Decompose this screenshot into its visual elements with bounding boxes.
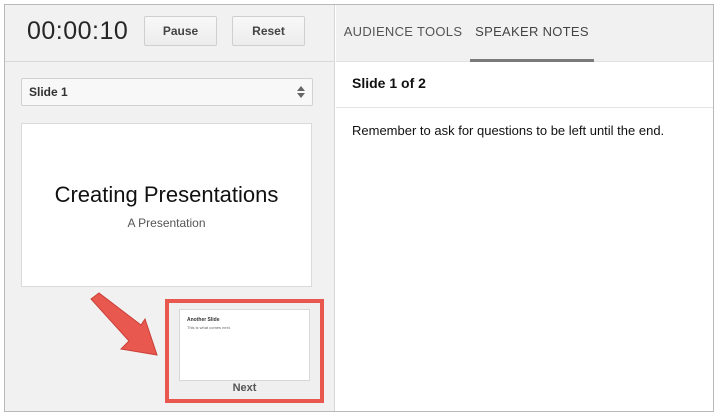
presenter-view: 00:00:10 Pause Reset Slide 1 Creating Pr… [4, 4, 714, 412]
next-slide-thumbnail: Another Slide This is what comes next. [179, 309, 310, 381]
tab-bar: AUDIENCE TOOLS SPEAKER NOTES [336, 5, 713, 62]
tab-speaker-notes[interactable]: SPEAKER NOTES [470, 5, 594, 62]
presenter-left-pane: 00:00:10 Pause Reset Slide 1 Creating Pr… [5, 5, 335, 411]
slide-select-value: Slide 1 [29, 85, 68, 99]
next-slide-thumbnail-body: This is what comes next. [187, 325, 231, 330]
slide-select-dropdown[interactable]: Slide 1 [21, 78, 313, 106]
tab-speaker-notes-label: SPEAKER NOTES [475, 24, 589, 39]
reset-button[interactable]: Reset [232, 16, 305, 46]
current-slide-title: Creating Presentations [54, 182, 279, 207]
speaker-notes-text: Remember to ask for questions to be left… [352, 123, 665, 138]
next-slide-thumbnail-title: Another Slide [187, 317, 220, 323]
tab-audience-tools[interactable]: AUDIENCE TOOLS [336, 5, 470, 62]
notes-header: Slide 1 of 2 [336, 62, 713, 108]
current-slide-subtitle: A Presentation [127, 216, 206, 230]
updown-arrows-icon [297, 86, 305, 98]
pause-button[interactable]: Pause [144, 16, 217, 46]
annotation-arrow-icon [90, 292, 158, 356]
next-label: Next [232, 382, 257, 394]
elapsed-timer: 00:00:10 [27, 17, 129, 45]
timer-toolbar: 00:00:10 Pause Reset [5, 5, 335, 62]
slide-counter: Slide 1 of 2 [352, 75, 426, 91]
current-slide-preview: Creating Presentations A Presentation [21, 123, 312, 287]
next-slide-button[interactable]: Another Slide This is what comes next. N… [165, 299, 324, 403]
presenter-right-pane: AUDIENCE TOOLS SPEAKER NOTES Slide 1 of … [336, 5, 713, 411]
